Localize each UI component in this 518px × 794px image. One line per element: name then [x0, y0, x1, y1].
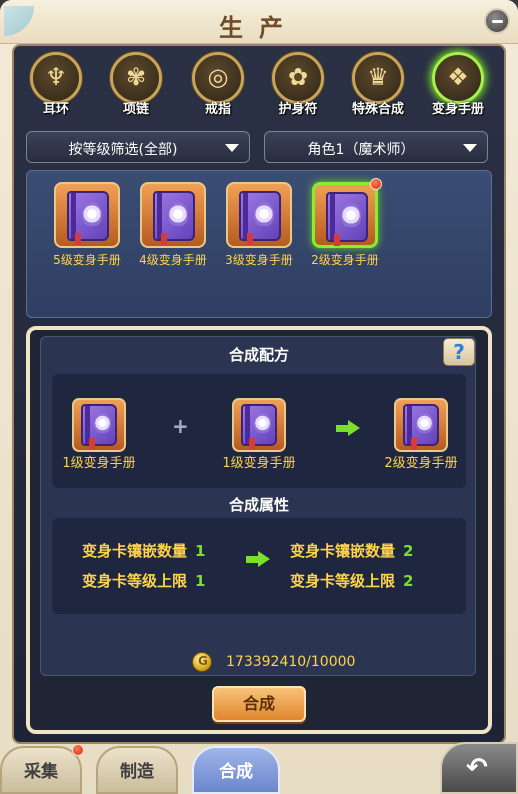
notification-dot [370, 178, 382, 190]
arrow-right-icon [336, 420, 360, 436]
tab-craft[interactable]: 制造 [96, 746, 178, 794]
item-frame [72, 398, 126, 452]
item-frame [54, 182, 120, 248]
tab-gather[interactable]: 采集 [0, 746, 82, 794]
recipe-input[interactable]: 1级变身手册 [222, 398, 296, 490]
item-frame [312, 182, 378, 248]
ring-icon: ◎ [192, 52, 244, 104]
recipe-output-label: 2级变身手册 [384, 456, 458, 471]
purple-book-icon [81, 404, 117, 450]
item-frame [140, 182, 206, 248]
attribute-value: 2 [403, 572, 414, 590]
item-frame [394, 398, 448, 452]
earring-icon: ♆ [30, 52, 82, 104]
tab-label: 项链 [122, 102, 149, 117]
title-bar: 生产 [0, 0, 518, 44]
recipe-output[interactable]: 2级变身手册 [384, 398, 458, 490]
back-button[interactable]: ↶ [440, 742, 518, 794]
arrow-right-icon [246, 551, 270, 567]
minimize-button[interactable] [484, 8, 510, 34]
window-title: 生产 [219, 14, 299, 42]
production-window: 生产 ♆ 耳环 ✾ 项链 ◎ 戒指 ✿ 护身符 ♛ 特殊合成 ❖ 变身手册 按等… [0, 0, 518, 794]
tab-amulet[interactable]: ✿ 护身符 [258, 50, 338, 122]
item-label: 2级变身手册 [311, 253, 379, 267]
character-dropdown[interactable]: 角色1（魔术师） [264, 131, 488, 163]
recipe-input-label: 1级变身手册 [62, 456, 136, 471]
chevron-down-icon [225, 144, 239, 152]
level-filter-value: 按等级筛选(全部) [68, 142, 178, 158]
item-frame [226, 182, 292, 248]
tab-label: 戒指 [204, 102, 231, 117]
help-button[interactable]: ? [443, 338, 475, 366]
attribute-after: 变身卡等级上限 2 [290, 570, 413, 591]
attribute-value: 2 [403, 542, 414, 560]
item-slot[interactable]: 5级变身手册 [50, 182, 124, 292]
purple-book-icon [241, 404, 277, 450]
attribute-name: 变身卡等级上限 [82, 572, 188, 590]
attribute-name: 变身卡镶嵌数量 [290, 542, 396, 560]
item-slot[interactable]: 3级变身手册 [222, 182, 296, 292]
tab-synthesis[interactable]: 合成 [192, 746, 280, 794]
purple-book-icon [67, 191, 109, 245]
tab-special-synthesis[interactable]: ♛ 特殊合成 [338, 50, 418, 122]
attributes-title: 合成属性 [228, 496, 289, 514]
item-slot-selected[interactable]: 2级变身手册 [308, 182, 382, 292]
tab-earring[interactable]: ♆ 耳环 [16, 50, 96, 122]
purple-book-icon [326, 192, 368, 246]
item-slot[interactable]: 4级变身手册 [136, 182, 210, 292]
chevron-down-icon [463, 144, 477, 152]
purple-book-icon [153, 191, 195, 245]
tab-necklace[interactable]: ✾ 项链 [96, 50, 176, 122]
item-label: 4级变身手册 [139, 253, 207, 267]
tab-label: 变身手册 [431, 102, 484, 117]
recipe-input-label: 1级变身手册 [222, 456, 296, 471]
cost-text: 173392410/10000 [226, 654, 356, 670]
character-value: 角色1（魔术师） [307, 142, 415, 158]
level-filter-dropdown[interactable]: 按等级筛选(全部) [26, 131, 250, 163]
item-label: 5级变身手册 [53, 253, 121, 267]
item-label: 3级变身手册 [225, 253, 293, 267]
recipe-title: 合成配方 [228, 346, 289, 364]
tab-label: 特殊合成 [351, 102, 404, 117]
gold-coin-icon [192, 652, 212, 672]
amulet-icon: ✿ [272, 52, 324, 104]
special-synthesis-icon: ♛ [352, 52, 404, 104]
tab-label: 耳环 [42, 102, 69, 117]
purple-book-icon [403, 404, 439, 450]
attribute-name: 变身卡镶嵌数量 [82, 542, 188, 560]
back-arrow-icon: ↶ [466, 753, 488, 783]
necklace-icon: ✾ [110, 52, 162, 104]
attribute-before: 变身卡镶嵌数量 1 [82, 540, 205, 561]
attribute-value: 1 [195, 542, 206, 560]
compose-button[interactable]: 合成 [212, 686, 306, 722]
tab-ring[interactable]: ◎ 戒指 [178, 50, 258, 122]
attribute-value: 1 [195, 572, 206, 590]
attribute-after: 变身卡镶嵌数量 2 [290, 540, 413, 561]
transform-manual-icon: ❖ [432, 52, 484, 104]
purple-book-icon [239, 191, 281, 245]
item-frame [232, 398, 286, 452]
notification-dot [72, 744, 84, 756]
attribute-name: 变身卡等级上限 [290, 572, 396, 590]
tab-label: 护身符 [278, 102, 318, 117]
plus-icon: + [172, 414, 189, 438]
recipe-input[interactable]: 1级变身手册 [62, 398, 136, 490]
tab-transform-manual[interactable]: ❖ 变身手册 [418, 50, 498, 122]
attribute-before: 变身卡等级上限 1 [82, 570, 205, 591]
